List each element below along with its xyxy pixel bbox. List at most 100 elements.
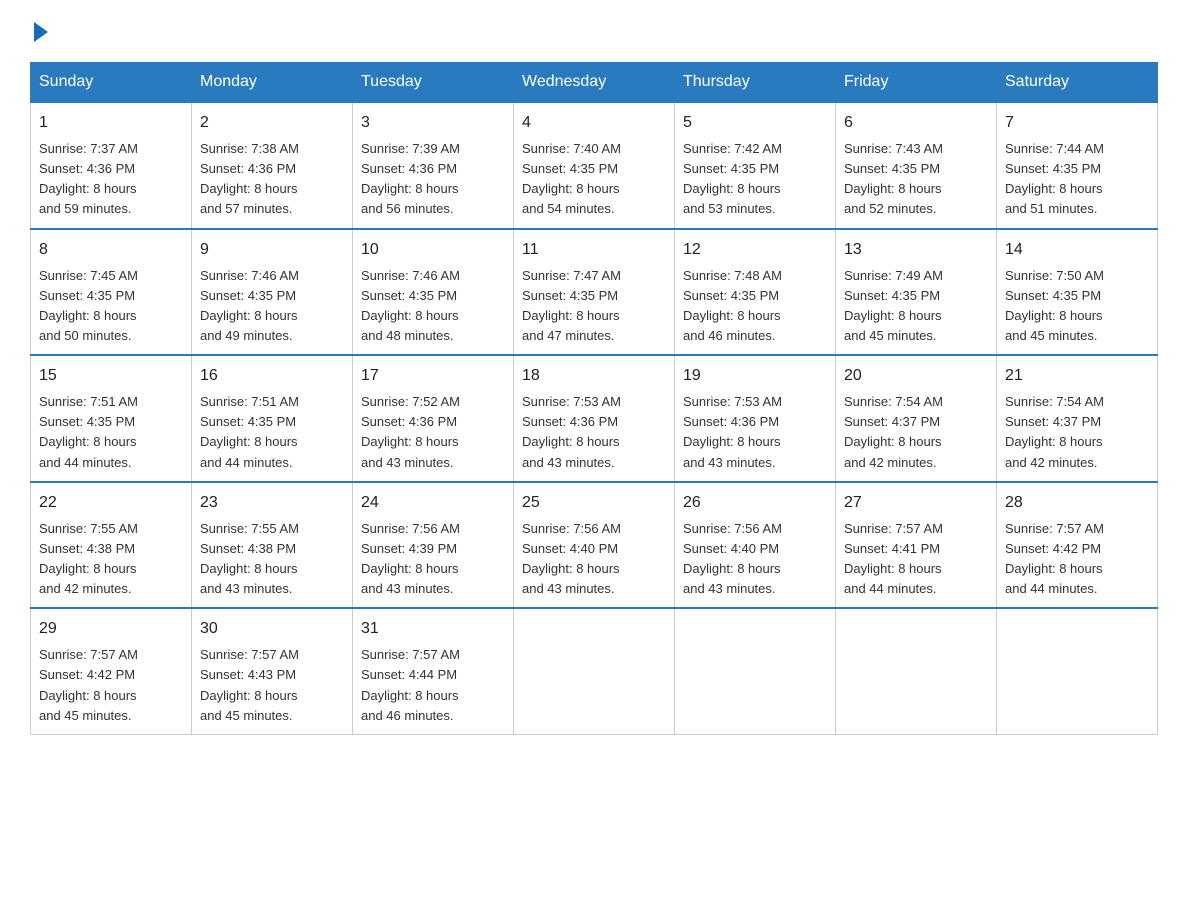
day-info: Sunrise: 7:45 AMSunset: 4:35 PMDaylight:… [39, 266, 183, 347]
calendar-week-1: 1 Sunrise: 7:37 AMSunset: 4:36 PMDaylight… [31, 102, 1158, 229]
day-number: 25 [522, 491, 666, 515]
calendar-cell: 15 Sunrise: 7:51 AMSunset: 4:35 PMDayligh… [31, 355, 192, 482]
day-number: 9 [200, 238, 344, 262]
day-number: 6 [844, 111, 988, 135]
day-number: 14 [1005, 238, 1149, 262]
day-number: 26 [683, 491, 827, 515]
day-number: 5 [683, 111, 827, 135]
calendar-week-3: 15 Sunrise: 7:51 AMSunset: 4:35 PMDayligh… [31, 355, 1158, 482]
day-number: 2 [200, 111, 344, 135]
column-header-saturday: Saturday [997, 63, 1158, 103]
calendar-cell: 13 Sunrise: 7:49 AMSunset: 4:35 PMDayligh… [836, 229, 997, 356]
calendar-cell: 10 Sunrise: 7:46 AMSunset: 4:35 PMDayligh… [353, 229, 514, 356]
calendar-cell: 21Sunrise: 7:54 AMSunset: 4:37 PMDayligh… [997, 355, 1158, 482]
calendar-cell: 30 Sunrise: 7:57 AMSunset: 4:43 PMDayligh… [192, 608, 353, 734]
day-info: Sunrise: 7:42 AMSunset: 4:35 PMDaylight:… [683, 139, 827, 220]
calendar-cell: 22 Sunrise: 7:55 AMSunset: 4:38 PMDayligh… [31, 482, 192, 609]
calendar-cell: 7 Sunrise: 7:44 AMSunset: 4:35 PMDaylight… [997, 102, 1158, 229]
day-number: 13 [844, 238, 988, 262]
calendar-cell: 8 Sunrise: 7:45 AMSunset: 4:35 PMDaylight… [31, 229, 192, 356]
day-info: Sunrise: 7:47 AMSunset: 4:35 PMDaylight:… [522, 266, 666, 347]
logo [30, 20, 50, 42]
day-info: Sunrise: 7:56 AMSunset: 4:39 PMDaylight:… [361, 519, 505, 600]
calendar-cell: 18Sunrise: 7:53 AMSunset: 4:36 PMDayligh… [514, 355, 675, 482]
calendar-cell: 11 Sunrise: 7:47 AMSunset: 4:35 PMDayligh… [514, 229, 675, 356]
calendar-cell: 27 Sunrise: 7:57 AMSunset: 4:41 PMDayligh… [836, 482, 997, 609]
day-number: 11 [522, 238, 666, 262]
day-number: 15 [39, 364, 183, 388]
calendar-cell: 16Sunrise: 7:51 AMSunset: 4:35 PMDayligh… [192, 355, 353, 482]
day-info: Sunrise: 7:57 AMSunset: 4:42 PMDaylight:… [39, 645, 183, 726]
day-number: 17 [361, 364, 505, 388]
page-header [30, 20, 1158, 42]
day-info: Sunrise: 7:53 AMSunset: 4:36 PMDaylight:… [683, 392, 827, 473]
calendar-week-5: 29 Sunrise: 7:57 AMSunset: 4:42 PMDayligh… [31, 608, 1158, 734]
calendar-cell: 2 Sunrise: 7:38 AMSunset: 4:36 PMDaylight… [192, 102, 353, 229]
day-info: Sunrise: 7:57 AMSunset: 4:43 PMDaylight:… [200, 645, 344, 726]
day-info: Sunrise: 7:38 AMSunset: 4:36 PMDaylight:… [200, 139, 344, 220]
logo-arrow-icon [34, 22, 48, 42]
day-number: 24 [361, 491, 505, 515]
day-info: Sunrise: 7:55 AMSunset: 4:38 PMDaylight:… [39, 519, 183, 600]
calendar-cell: 1 Sunrise: 7:37 AMSunset: 4:36 PMDaylight… [31, 102, 192, 229]
day-info: Sunrise: 7:57 AMSunset: 4:41 PMDaylight:… [844, 519, 988, 600]
day-number: 22 [39, 491, 183, 515]
day-number: 30 [200, 617, 344, 641]
day-info: Sunrise: 7:46 AMSunset: 4:35 PMDaylight:… [361, 266, 505, 347]
calendar-week-2: 8 Sunrise: 7:45 AMSunset: 4:35 PMDaylight… [31, 229, 1158, 356]
day-info: Sunrise: 7:43 AMSunset: 4:35 PMDaylight:… [844, 139, 988, 220]
calendar-week-4: 22 Sunrise: 7:55 AMSunset: 4:38 PMDayligh… [31, 482, 1158, 609]
day-number: 10 [361, 238, 505, 262]
day-info: Sunrise: 7:37 AMSunset: 4:36 PMDaylight:… [39, 139, 183, 220]
column-header-tuesday: Tuesday [353, 63, 514, 103]
calendar-cell [836, 608, 997, 734]
calendar-cell: 28Sunrise: 7:57 AMSunset: 4:42 PMDayligh… [997, 482, 1158, 609]
calendar-cell: 23 Sunrise: 7:55 AMSunset: 4:38 PMDayligh… [192, 482, 353, 609]
column-header-thursday: Thursday [675, 63, 836, 103]
day-info: Sunrise: 7:55 AMSunset: 4:38 PMDaylight:… [200, 519, 344, 600]
column-header-friday: Friday [836, 63, 997, 103]
day-number: 27 [844, 491, 988, 515]
calendar-cell: 12Sunrise: 7:48 AMSunset: 4:35 PMDayligh… [675, 229, 836, 356]
day-number: 19 [683, 364, 827, 388]
day-info: Sunrise: 7:48 AMSunset: 4:35 PMDaylight:… [683, 266, 827, 347]
calendar-cell [514, 608, 675, 734]
day-number: 8 [39, 238, 183, 262]
calendar-cell: 19 Sunrise: 7:53 AMSunset: 4:36 PMDayligh… [675, 355, 836, 482]
day-info: Sunrise: 7:56 AMSunset: 4:40 PMDaylight:… [683, 519, 827, 600]
day-info: Sunrise: 7:54 AMSunset: 4:37 PMDaylight:… [844, 392, 988, 473]
day-number: 4 [522, 111, 666, 135]
day-info: Sunrise: 7:46 AMSunset: 4:35 PMDaylight:… [200, 266, 344, 347]
day-number: 29 [39, 617, 183, 641]
calendar-table: SundayMondayTuesdayWednesdayThursdayFrid… [30, 62, 1158, 735]
calendar-cell: 17 Sunrise: 7:52 AMSunset: 4:36 PMDayligh… [353, 355, 514, 482]
calendar-cell: 9 Sunrise: 7:46 AMSunset: 4:35 PMDaylight… [192, 229, 353, 356]
day-number: 3 [361, 111, 505, 135]
day-info: Sunrise: 7:54 AMSunset: 4:37 PMDaylight:… [1005, 392, 1149, 473]
day-number: 23 [200, 491, 344, 515]
day-info: Sunrise: 7:53 AMSunset: 4:36 PMDaylight:… [522, 392, 666, 473]
day-info: Sunrise: 7:44 AMSunset: 4:35 PMDaylight:… [1005, 139, 1149, 220]
day-number: 7 [1005, 111, 1149, 135]
calendar-header-row: SundayMondayTuesdayWednesdayThursdayFrid… [31, 63, 1158, 103]
day-info: Sunrise: 7:49 AMSunset: 4:35 PMDaylight:… [844, 266, 988, 347]
calendar-cell: 5 Sunrise: 7:42 AMSunset: 4:35 PMDaylight… [675, 102, 836, 229]
day-info: Sunrise: 7:51 AMSunset: 4:35 PMDaylight:… [200, 392, 344, 473]
calendar-cell: 25Sunrise: 7:56 AMSunset: 4:40 PMDayligh… [514, 482, 675, 609]
day-info: Sunrise: 7:52 AMSunset: 4:36 PMDaylight:… [361, 392, 505, 473]
day-number: 1 [39, 111, 183, 135]
calendar-cell: 31Sunrise: 7:57 AMSunset: 4:44 PMDayligh… [353, 608, 514, 734]
column-header-sunday: Sunday [31, 63, 192, 103]
day-info: Sunrise: 7:39 AMSunset: 4:36 PMDaylight:… [361, 139, 505, 220]
calendar-cell [997, 608, 1158, 734]
day-info: Sunrise: 7:51 AMSunset: 4:35 PMDaylight:… [39, 392, 183, 473]
calendar-cell: 3 Sunrise: 7:39 AMSunset: 4:36 PMDaylight… [353, 102, 514, 229]
calendar-cell: 6 Sunrise: 7:43 AMSunset: 4:35 PMDaylight… [836, 102, 997, 229]
calendar-cell: 20 Sunrise: 7:54 AMSunset: 4:37 PMDayligh… [836, 355, 997, 482]
day-number: 20 [844, 364, 988, 388]
calendar-cell [675, 608, 836, 734]
calendar-cell: 26 Sunrise: 7:56 AMSunset: 4:40 PMDayligh… [675, 482, 836, 609]
day-info: Sunrise: 7:40 AMSunset: 4:35 PMDaylight:… [522, 139, 666, 220]
calendar-cell: 14 Sunrise: 7:50 AMSunset: 4:35 PMDayligh… [997, 229, 1158, 356]
day-info: Sunrise: 7:50 AMSunset: 4:35 PMDaylight:… [1005, 266, 1149, 347]
